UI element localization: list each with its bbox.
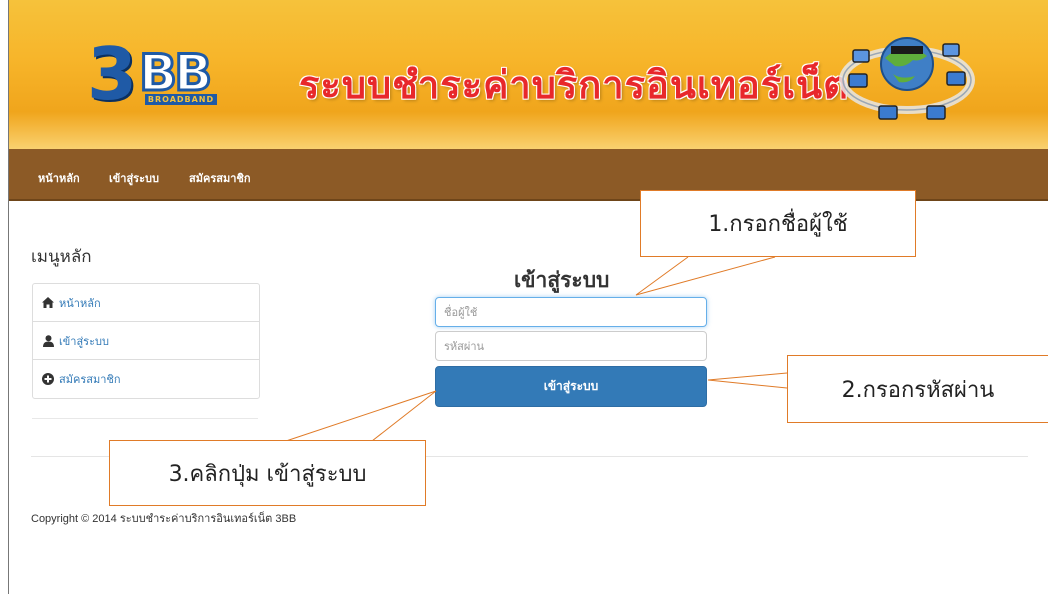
header-banner: 3 BB BROADBAND ระบบชำระค่าบริการอินเทอร์… bbox=[9, 0, 1048, 149]
nav-home[interactable]: หน้าหลัก bbox=[38, 169, 80, 187]
plus-circle-icon bbox=[41, 372, 55, 386]
login-button[interactable]: เข้าสู่ระบบ bbox=[435, 366, 707, 407]
login-title: เข้าสู่ระบบ bbox=[514, 268, 610, 292]
sidebar-item-home[interactable]: หน้าหลัก bbox=[33, 284, 259, 322]
sidebar-item-label: หน้าหลัก bbox=[59, 296, 101, 310]
callout-step-2: 2.กรอกรหัสผ่าน bbox=[787, 355, 1048, 423]
sidebar-menu: หน้าหลัก เข้าสู่ระบบ สมัครสมาชิก bbox=[32, 283, 260, 399]
sidebar-item-register[interactable]: สมัครสมาชิก bbox=[33, 360, 259, 398]
network-globe-icon bbox=[839, 37, 975, 120]
callout-step-3: 3.คลิกปุ่ม เข้าสู่ระบบ bbox=[109, 440, 426, 506]
site-title: ระบบชำระค่าบริการอินเทอร์เน็ต bbox=[299, 63, 849, 107]
nav-login[interactable]: เข้าสู่ระบบ bbox=[109, 169, 159, 187]
nav-register[interactable]: สมัครสมาชิก bbox=[189, 169, 251, 187]
callout-step-1: 1.กรอกชื่อผู้ใช้ bbox=[640, 190, 916, 257]
username-input[interactable] bbox=[435, 297, 707, 327]
password-input[interactable] bbox=[435, 331, 707, 361]
sidebar-divider bbox=[32, 418, 258, 419]
3bb-logo: 3 BB BROADBAND bbox=[87, 32, 227, 116]
user-icon bbox=[41, 334, 55, 348]
copyright-text: Copyright © 2014 ระบบชำระค่าบริการอินเทอ… bbox=[31, 513, 297, 525]
home-icon bbox=[41, 296, 55, 310]
sidebar-title: เมนูหลัก bbox=[31, 247, 92, 267]
logo-subtitle: BROADBAND bbox=[145, 94, 217, 105]
sidebar-item-label: สมัครสมาชิก bbox=[59, 373, 121, 386]
sidebar-item-login[interactable]: เข้าสู่ระบบ bbox=[33, 322, 259, 360]
sidebar-item-label: เข้าสู่ระบบ bbox=[59, 334, 109, 348]
